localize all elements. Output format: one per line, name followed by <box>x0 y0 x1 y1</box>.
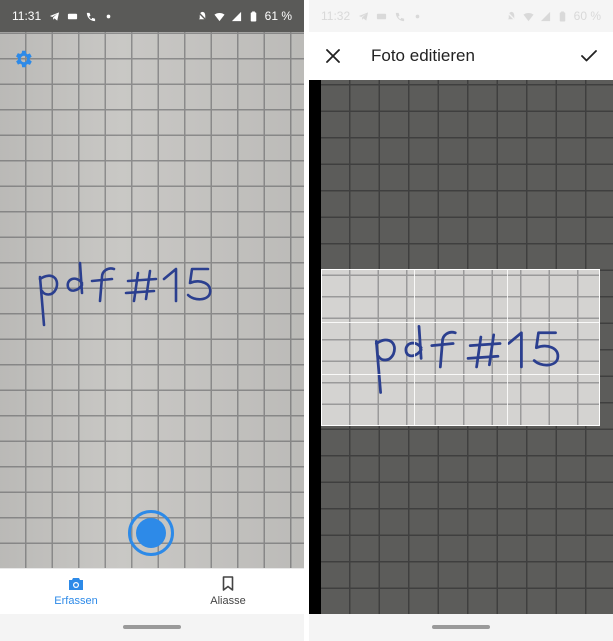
telegram-icon <box>50 11 60 21</box>
call-icon <box>395 12 405 21</box>
close-icon <box>326 49 340 63</box>
status-bar: 11:32 60 % <box>309 0 613 32</box>
crop-frame[interactable] <box>321 269 600 426</box>
crop-guide-vertical <box>414 270 415 425</box>
check-icon <box>581 50 597 62</box>
capture-screen: 11:31 61 % Erfassen Aliasse <box>0 0 304 641</box>
status-time: 11:31 <box>12 9 42 23</box>
handwritten-text <box>38 261 212 327</box>
close-button[interactable] <box>323 46 343 66</box>
signal-icon <box>540 11 550 21</box>
signal-icon <box>231 11 241 21</box>
home-gesture-handle[interactable] <box>123 625 181 629</box>
system-gesture-bar <box>0 614 304 641</box>
mute-icon <box>506 10 517 22</box>
handwritten-text <box>374 325 560 394</box>
call-icon <box>86 12 96 21</box>
app-notification-icon <box>68 13 78 19</box>
nav-item-capture[interactable]: Erfassen <box>0 569 152 614</box>
crop-guide-vertical <box>507 270 508 425</box>
nav-label-aliases: Aliasse <box>210 595 246 607</box>
nav-label-capture: Erfassen <box>54 594 98 607</box>
camera-icon <box>69 577 83 590</box>
wifi-icon <box>523 12 534 21</box>
photo-editor-canvas <box>309 80 613 614</box>
home-gesture-handle[interactable] <box>432 625 490 629</box>
nav-item-aliases[interactable]: Aliasse <box>152 569 304 614</box>
battery-icon <box>250 10 256 22</box>
shutter-button-core[interactable] <box>136 518 166 548</box>
battery-percentage: 60 % <box>573 9 601 23</box>
camera-preview[interactable] <box>0 32 304 568</box>
edit-toolbar: Foto editieren <box>309 32 613 80</box>
battery-icon <box>559 10 565 22</box>
status-time: 11:32 <box>321 9 351 23</box>
confirm-button[interactable] <box>579 46 599 66</box>
dot-icon <box>415 14 420 18</box>
battery-percentage: 61 % <box>264 9 292 23</box>
gear-icon[interactable] <box>12 48 34 70</box>
crop-guide-horizontal <box>322 322 599 323</box>
bookmark-icon <box>222 576 234 591</box>
mute-icon <box>197 10 208 22</box>
wifi-icon <box>214 12 225 21</box>
shutter-button[interactable] <box>128 510 174 556</box>
status-bar: 11:31 61 % <box>0 0 304 32</box>
system-gesture-bar <box>309 614 613 641</box>
edit-photo-screen: 11:32 60 % Foto editieren <box>309 0 613 641</box>
screenshot-root: 11:31 61 % Erfassen Aliasse 11:32 60 % F… <box>0 0 613 641</box>
bottom-navigation: Erfassen Aliasse <box>0 568 304 614</box>
page-title: Foto editieren <box>371 46 475 65</box>
app-notification-icon <box>377 13 387 19</box>
dot-icon <box>106 14 111 18</box>
telegram-icon <box>359 11 369 21</box>
crop-guide-horizontal <box>322 374 599 375</box>
